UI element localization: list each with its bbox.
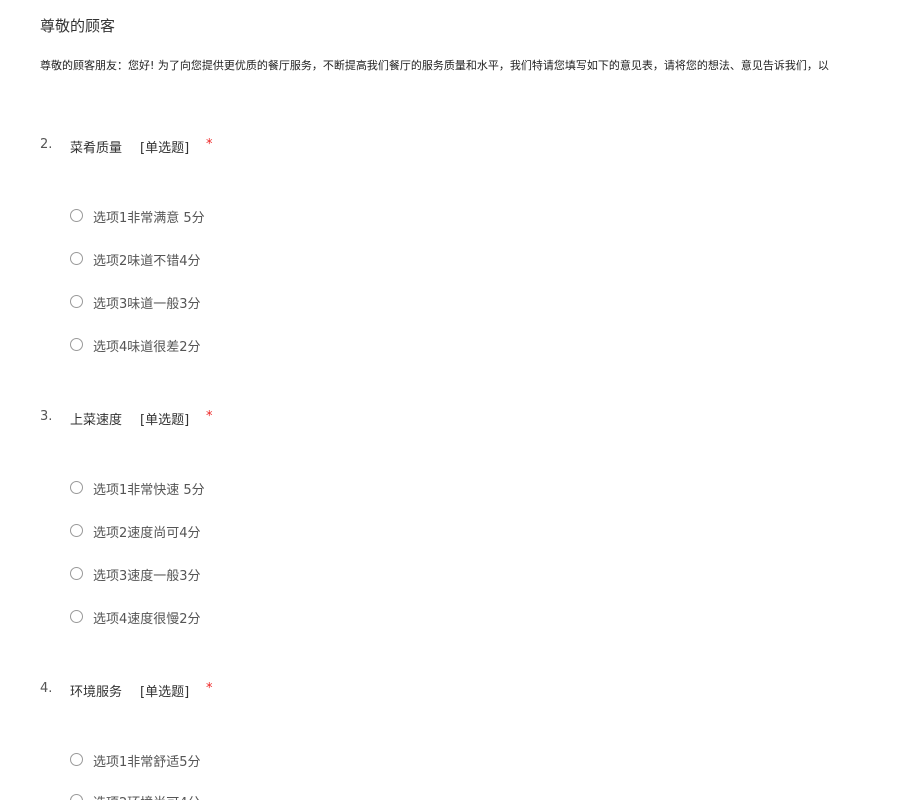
radio-button[interactable] — [70, 295, 83, 308]
option-label: 选项1非常快速 5分 — [93, 483, 205, 498]
question-text: 上菜速度 — [70, 413, 123, 428]
question-number: 3. — [40, 409, 53, 424]
radio-button[interactable] — [70, 252, 83, 265]
question-type-badge: [单选题] — [140, 685, 190, 700]
radio-button[interactable] — [70, 794, 83, 800]
required-mark: * — [206, 409, 213, 424]
question-type-badge: [单选题] — [140, 141, 190, 156]
option-label: 选项3味道一般3分 — [93, 297, 201, 312]
radio-button[interactable] — [70, 753, 83, 766]
question-text: 菜肴质量 — [70, 141, 123, 156]
option-label: 选项2味道不错4分 — [93, 254, 201, 269]
question-serving-speed: 3. 上菜速度 [单选题] * 选项1非常快速 5分 选项2速度尚可4分 选项3… — [0, 409, 900, 639]
survey-page: 尊敬的顾客 尊敬的顾客朋友：您好! 为了向您提供更优质的餐厅服务，不断提高我们餐… — [0, 0, 900, 800]
radio-button[interactable] — [70, 610, 83, 623]
option-label: 选项4速度很慢2分 — [93, 612, 201, 627]
survey-title: 尊敬的顾客 — [40, 17, 116, 35]
required-mark: * — [206, 137, 213, 152]
radio-button[interactable] — [70, 338, 83, 351]
option-label: 选项1非常舒适5分 — [93, 755, 201, 770]
option-label: 选项1非常满意 5分 — [93, 211, 205, 226]
survey-intro: 尊敬的顾客朋友：您好! 为了向您提供更优质的餐厅服务，不断提高我们餐厅的服务质量… — [40, 59, 829, 72]
required-mark: * — [206, 681, 213, 696]
option-label: 选项3速度一般3分 — [93, 569, 201, 584]
option-label: 选项2环境尚可4分 — [93, 792, 201, 800]
option-label: 选项2速度尚可4分 — [93, 526, 201, 541]
question-text: 环境服务 — [70, 685, 123, 700]
question-environment-service: 4. 环境服务 [单选题] * 选项1非常舒适5分 选项2环境尚可4分 — [0, 681, 900, 800]
radio-button[interactable] — [70, 209, 83, 222]
radio-button[interactable] — [70, 567, 83, 580]
radio-button[interactable] — [70, 481, 83, 494]
question-type-badge: [单选题] — [140, 413, 190, 428]
option-label: 选项4味道很差2分 — [93, 340, 201, 355]
radio-button[interactable] — [70, 524, 83, 537]
question-number: 2. — [40, 137, 53, 152]
question-dish-quality: 2. 菜肴质量 [单选题] * 选项1非常满意 5分 选项2味道不错4分 选项3… — [0, 137, 900, 367]
question-number: 4. — [40, 681, 53, 696]
